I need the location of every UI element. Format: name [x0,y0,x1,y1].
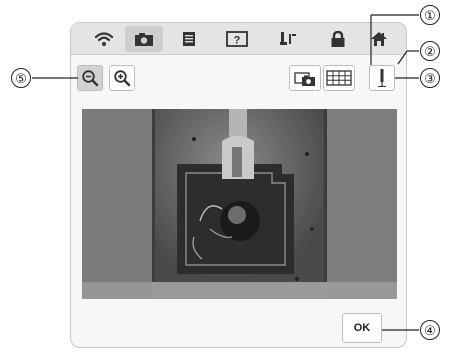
home-icon [371,32,387,46]
callout-4: ④ [420,320,440,340]
tab-document[interactable] [170,26,208,52]
wifi-icon [94,32,114,46]
embroidery-foot-icon [280,32,296,45]
tab-wifi[interactable] [85,26,123,52]
help-icon: ? [226,31,248,47]
needle-plate-photo [82,109,397,299]
zoom-in-button[interactable] [109,65,135,91]
needle-position-button[interactable] [369,65,395,91]
camera-snapshot-button[interactable] [289,65,321,91]
tab-embroidery-foot[interactable] [269,26,307,52]
zoom-in-icon [114,70,131,87]
camera-snapshot-icon [294,72,315,86]
needle-icon [378,69,386,87]
camera-view-screen: ? OK [70,22,407,348]
grid-button[interactable] [323,65,355,91]
grid-icon [326,70,352,86]
document-icon [183,32,195,46]
camera-icon [135,32,153,46]
tab-home[interactable] [360,26,398,52]
callout-1: ① [420,5,440,25]
ok-button[interactable]: OK [342,313,382,343]
tab-help[interactable]: ? [218,26,256,52]
camera-preview [82,109,397,299]
tab-bar: ? [71,23,406,55]
zoom-out-button[interactable] [77,65,103,91]
lock-icon [331,30,345,47]
callout-5: ⑤ [11,68,31,88]
tab-camera[interactable] [125,26,163,52]
tab-lock[interactable] [319,26,357,52]
callout-3: ③ [420,68,440,88]
callout-2: ② [420,41,440,61]
zoom-out-icon [82,70,99,87]
svg-text:?: ? [234,35,241,47]
